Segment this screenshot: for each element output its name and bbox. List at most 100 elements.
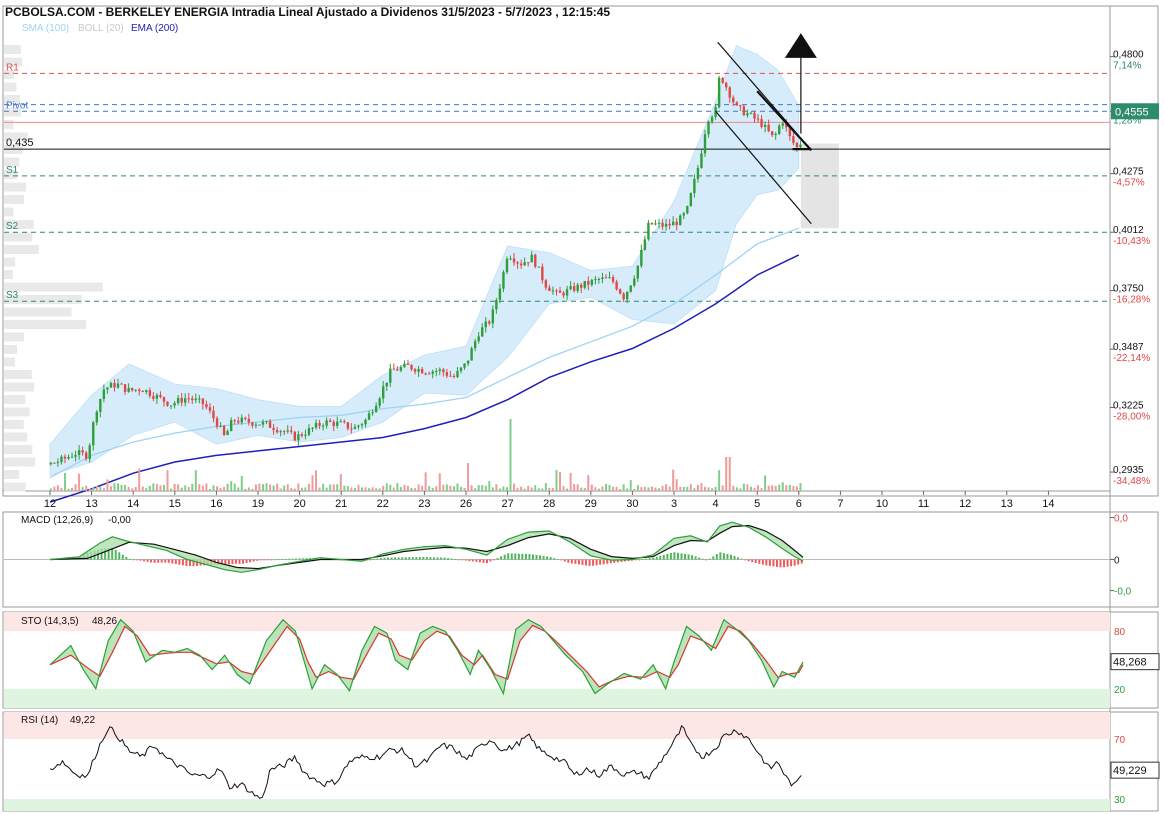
macd-histogram-bar [411,557,414,560]
candle-body [753,112,756,119]
volume-bar [495,484,498,491]
candle-body [792,136,795,143]
macd-histogram-bar [150,559,153,563]
macd-histogram-bar [528,554,531,560]
x-tick-label: 3 [671,498,677,510]
volume-bar [583,488,586,491]
volume-bar [675,479,678,491]
x-tick-label: 16 [210,498,222,510]
volume-bar [92,487,95,491]
macd-histogram-bar [249,559,252,563]
candle-body [360,424,364,426]
volume-bar [357,484,360,491]
volume-bar [431,487,434,491]
candle-body [696,167,700,179]
candle-body [265,421,268,423]
macd-histogram-bar [779,559,782,568]
candle-body [725,82,728,88]
volume-bar [428,486,431,491]
macd-histogram-bar [503,554,506,560]
volume-bar [378,488,381,491]
volume-bar [311,475,314,491]
volume-bar [530,487,533,491]
x-tick-label: 6 [796,498,802,510]
volume-bar [711,488,714,491]
volume-bar [665,484,668,491]
candle-body [343,421,346,423]
volume-profile-bar [4,445,33,454]
volume-bar [703,486,706,491]
candle-body [403,363,406,368]
candle-body [799,144,802,148]
volume-bar [315,470,318,491]
sto-tick-label: 80 [1114,627,1126,638]
macd-histogram-bar [797,559,800,565]
macd-histogram-bar [369,559,372,561]
candle-body [81,450,84,453]
macd-histogram-bar [464,559,467,561]
macd-histogram-bar [146,559,149,562]
macd-histogram-bar [139,559,142,561]
x-tick-label: 29 [585,498,597,510]
macd-histogram-bar [298,558,301,560]
level-label: 0,435 [6,137,34,149]
macd-histogram-bar [394,557,397,560]
macd-histogram-bar [447,558,450,560]
volume-bar [612,486,615,491]
volume-bar [120,484,123,491]
macd-histogram-bar [715,554,718,560]
volume-bar [223,486,226,491]
level-label: R1 [6,62,19,73]
macd-histogram-bar [542,555,545,560]
volume-bar [300,487,303,491]
candle-body [173,403,176,406]
candle-body [130,387,134,391]
macd-histogram-bar [694,556,697,560]
candle-body [749,112,753,114]
candle-body [795,142,799,148]
macd-histogram-bar [740,558,743,560]
volume-bar [795,486,798,491]
volume-bar [449,485,452,491]
candle-body [431,371,434,374]
candle-body [763,124,767,127]
candle-body [198,398,201,400]
volume-bar [569,472,572,491]
volume-bars [49,419,802,491]
candle-body [145,390,148,393]
volume-bar [559,472,562,491]
candle-body [332,421,335,426]
macd-histogram-bar [422,556,425,560]
macd-histogram-bar [387,557,389,560]
candle-body [721,77,724,83]
candle-body [300,434,304,436]
sto-title: STO (14,3,5) [21,616,79,627]
macd-histogram-bar [478,559,481,563]
rsi-tick-label: 70 [1114,735,1126,746]
volume-bar [254,484,257,491]
candle-body [459,367,463,371]
candle-body [519,263,523,266]
macd-histogram-bar [397,557,400,560]
macd-histogram-bar [680,553,683,560]
candle-body [141,391,144,393]
volume-bar [265,483,268,491]
x-tick-label: 11 [918,498,929,510]
volume-profile-bar [4,120,14,129]
candle-body [283,431,286,433]
candle-body [626,291,629,300]
candle-body [290,430,293,432]
volume-bar [155,484,158,491]
macd-histogram-bar [234,559,237,564]
volume-bar [788,484,791,491]
macd-histogram-bar [790,559,793,567]
candle-body [251,422,254,426]
macd-histogram-bar [390,557,393,560]
candle-body [516,262,519,264]
macd-histogram-bar [181,559,184,566]
candle-body [247,418,251,423]
volume-bar [240,475,243,491]
volume-bar [760,488,763,491]
macd-histogram-bar [517,553,520,560]
volume-bar [739,488,742,491]
